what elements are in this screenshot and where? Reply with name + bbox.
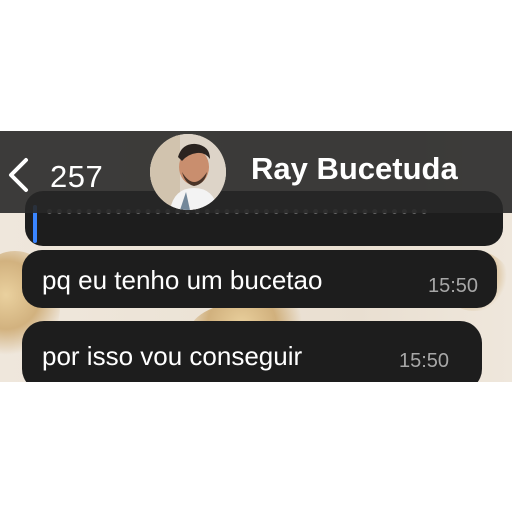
chat-screen: pq eu tenho um bucetao 15:50 por isso vo… <box>0 131 512 382</box>
contact-photo <box>150 134 226 210</box>
message-bubble[interactable]: por isso vou conseguir 15:50 <box>22 321 482 382</box>
chat-header: 257 Ray Bucetuda <box>0 131 512 213</box>
unread-count: 257 <box>50 159 104 194</box>
message-text: por isso vou conseguir <box>42 341 303 371</box>
back-button[interactable]: 257 <box>0 141 135 203</box>
message-timestamp: 15:50 <box>399 350 450 372</box>
back-chevron-icon <box>9 158 28 192</box>
message-bubble[interactable]: pq eu tenho um bucetao 15:50 <box>22 250 497 308</box>
message-timestamp: 15:50 <box>428 275 479 297</box>
avatar[interactable] <box>150 134 226 210</box>
message-text: pq eu tenho um bucetao <box>42 265 323 295</box>
contact-name[interactable]: Ray Bucetuda <box>251 151 458 187</box>
